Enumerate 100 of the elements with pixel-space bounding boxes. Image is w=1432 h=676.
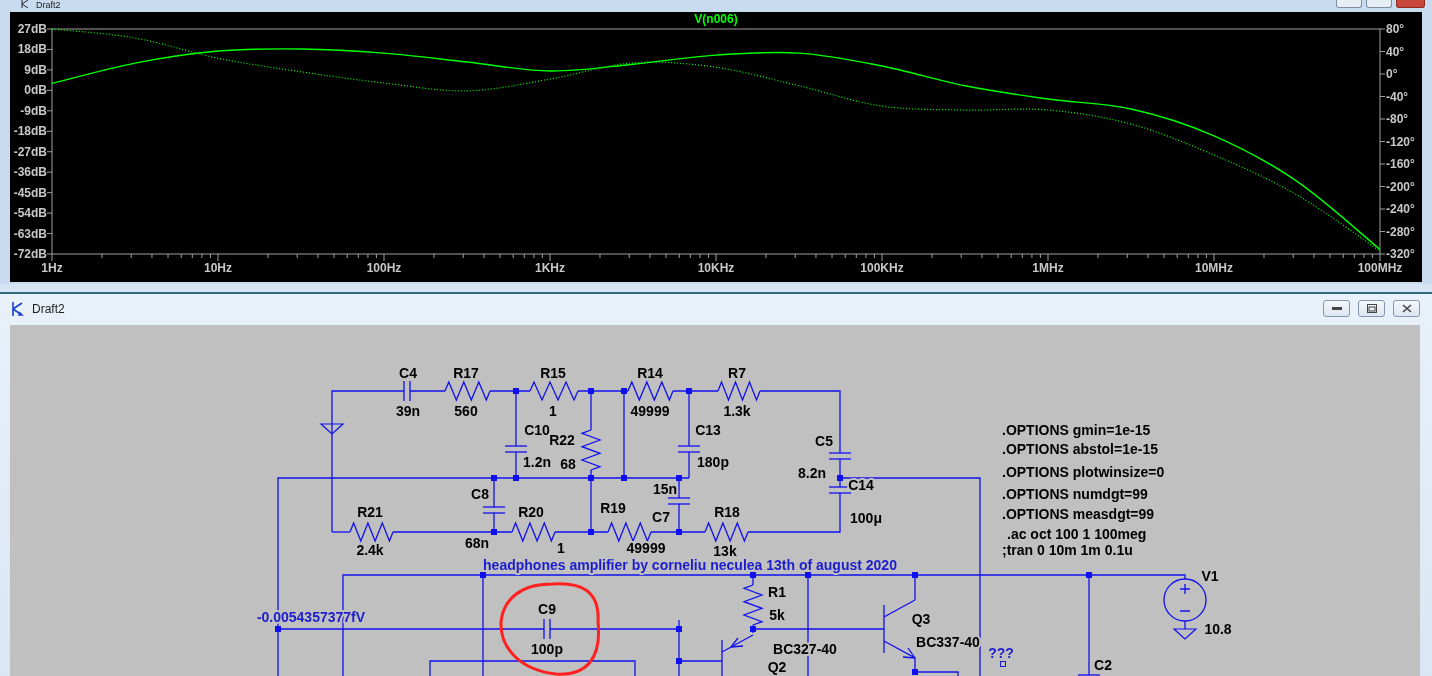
- transistor-app-icon: [10, 300, 24, 317]
- component-label: Q3: [911, 611, 931, 627]
- component-value: 49999: [630, 403, 670, 419]
- capacitor-icon: [403, 380, 411, 402]
- transistor-icon: [721, 634, 754, 676]
- component-label: R18: [714, 504, 740, 520]
- capacitor-icon: [543, 618, 551, 640]
- component-label: R7: [728, 365, 746, 381]
- x-tick-label: 10KHz: [697, 261, 735, 275]
- component-value: 1: [549, 403, 557, 419]
- spice-directive: .OPTIONS plotwinsize=0: [1002, 464, 1165, 480]
- resistor-icon: [704, 521, 749, 543]
- y-tick-label: -9dB: [20, 103, 47, 118]
- y-tick-label: 9dB: [24, 62, 47, 77]
- schematic-title: headphones amplifier by corneliu neculea 13th of august 2020: [483, 557, 897, 573]
- x-tick-label: 10MHz: [1195, 261, 1233, 275]
- spice-directive: .ac oct 100 1 100meg: [1007, 526, 1147, 542]
- x-tick-label: 100MHz: [1357, 261, 1403, 275]
- component-label: C5: [815, 433, 833, 449]
- y2-tick-label: -240°: [1386, 202, 1415, 216]
- y2-tick-label: 40°: [1386, 44, 1405, 59]
- component-value: 180p: [697, 454, 729, 470]
- component-value: 68: [560, 456, 576, 472]
- window-title: Draft2: [32, 300, 65, 318]
- y-tick-label: -45dB: [13, 185, 47, 200]
- component-label: R22: [549, 432, 575, 448]
- minimize-button[interactable]: [1323, 300, 1350, 317]
- component-value: 5k: [769, 607, 785, 623]
- window-title: Draft2: [35, 0, 61, 10]
- app-icon: [20, 0, 30, 8]
- y2-tick-label: -320°: [1386, 247, 1415, 261]
- component-value: 100μ: [850, 510, 882, 526]
- component-label: R1: [768, 584, 786, 600]
- component-value: 10.8: [1204, 621, 1232, 637]
- y2-tick-label: 80°: [1386, 22, 1405, 36]
- resistor-icon: [349, 521, 394, 543]
- close-button[interactable]: [1393, 300, 1420, 317]
- schematic-canvas[interactable]: [10, 325, 1420, 676]
- y-tick-label: 18dB: [17, 42, 47, 57]
- component-value: 49999: [626, 540, 666, 556]
- capacitor-icon: [677, 445, 701, 453]
- component-value: 2.4k: [356, 542, 384, 558]
- resistor-icon: [627, 380, 674, 402]
- component-label: R21: [357, 504, 383, 520]
- y-tick-label: -18dB: [13, 124, 47, 139]
- component-label: R17: [453, 365, 479, 381]
- component-label: C9: [538, 601, 556, 617]
- y-tick-label: -63dB: [13, 226, 47, 241]
- capacitor-icon: [667, 497, 691, 505]
- component-value: 13k: [713, 543, 737, 559]
- resistor-icon: [717, 380, 761, 402]
- y2-tick-label: -120°: [1386, 134, 1415, 149]
- y2-tick-label: 0°: [1386, 67, 1398, 81]
- x-tick-label: 10Hz: [204, 261, 232, 275]
- y2-tick-label: -80°: [1386, 112, 1409, 126]
- component-value: 68n: [464, 535, 490, 551]
- component-label: V1: [1201, 568, 1219, 584]
- spice-directive: ;tran 0 10m 1m 0.1u: [1002, 542, 1133, 558]
- x-tick-label: 1MHz: [1032, 261, 1064, 275]
- component-value: 1.2n: [523, 454, 551, 470]
- y2-tick-label: -200°: [1386, 179, 1415, 194]
- component-label: C8: [471, 486, 489, 502]
- component-value: 560: [454, 403, 478, 419]
- y2-tick-label: -160°: [1386, 157, 1415, 171]
- component-label: C14: [848, 477, 874, 493]
- x-tick-label: 1KHz: [535, 261, 565, 275]
- pin-marker-icon: [1000, 661, 1006, 667]
- close-icon: [1401, 304, 1412, 313]
- component-label: R19: [600, 500, 626, 516]
- y2-tick-label: -40°: [1386, 89, 1409, 104]
- x-tick-label: 100Hz: [366, 261, 402, 275]
- resistor-icon: [607, 521, 652, 543]
- component-label: C4: [399, 365, 417, 381]
- component-label: Q2: [767, 659, 787, 675]
- minimize-icon: [1331, 306, 1342, 311]
- component-label: C2: [1094, 657, 1112, 673]
- component-label: C10: [524, 422, 550, 438]
- component-label: R15: [540, 365, 566, 381]
- component-value: 100p: [531, 641, 563, 657]
- ground-icon: [319, 423, 345, 435]
- resistor-icon: [742, 584, 764, 626]
- ground-icon: [1172, 628, 1198, 640]
- component-value: 1.3k: [723, 403, 751, 419]
- component-label: C13: [695, 422, 721, 438]
- capacitor-icon: [504, 445, 528, 453]
- component-label: C7: [652, 509, 670, 525]
- capacitor-icon: [482, 506, 506, 514]
- component-value: 39n: [395, 403, 421, 419]
- y-tick-label: -54dB: [13, 206, 47, 221]
- x-tick-label: 1Hz: [41, 261, 63, 275]
- maximize-icon: [1366, 304, 1377, 313]
- y2-tick-label: -280°: [1386, 224, 1415, 239]
- y-tick-label: -36dB: [13, 165, 47, 180]
- chart-title: V(n006): [694, 12, 738, 26]
- maximize-button[interactable]: [1358, 300, 1385, 317]
- capacitor-icon: [828, 452, 852, 460]
- y-tick-label: 27dB: [17, 22, 47, 36]
- spice-directive: .OPTIONS measdgt=99: [1002, 506, 1155, 522]
- x-tick-label: 100KHz: [860, 261, 904, 275]
- resistor-icon: [444, 380, 491, 402]
